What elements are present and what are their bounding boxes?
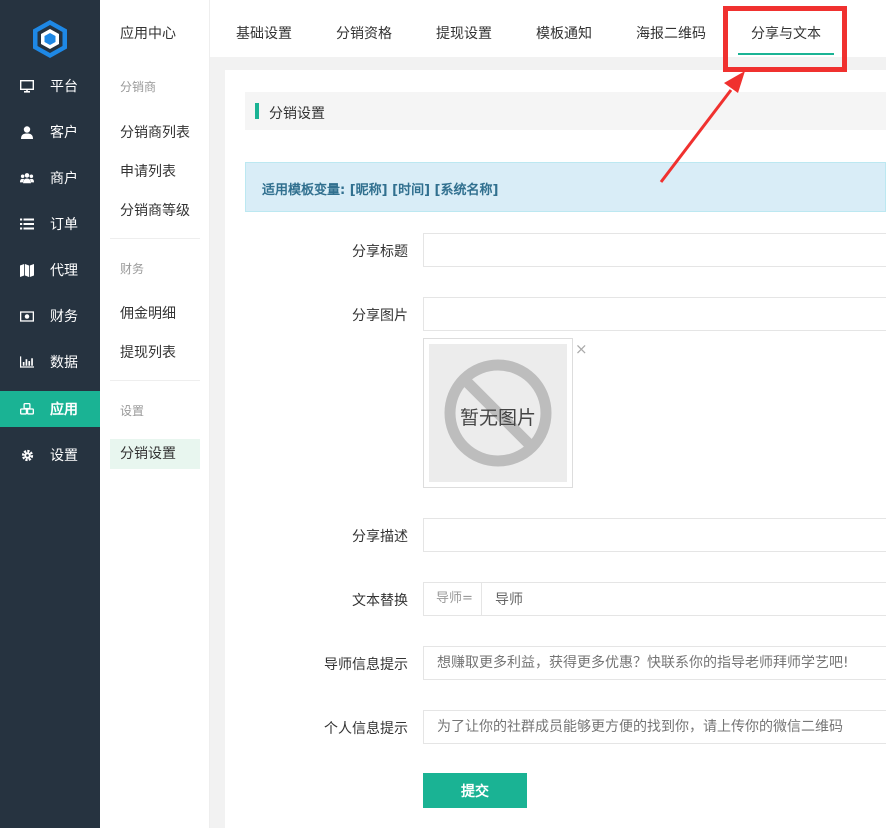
tab-template-notification[interactable]: 模板通知 [536, 23, 592, 43]
nav-item-app[interactable]: 应用 [0, 391, 100, 427]
user-icon [20, 125, 34, 139]
cubes-icon [20, 402, 34, 416]
group-heading-finance: 财务 [120, 262, 145, 276]
map-icon [20, 263, 34, 277]
nav-item-settings[interactable]: 设置 [0, 437, 100, 473]
share-image-label: 分享图片 [352, 308, 408, 324]
no-image-placeholder: 暂无图片 [429, 344, 567, 482]
personal-tip-label: 个人信息提示 [324, 721, 408, 737]
nav-item-merchant[interactable]: 商户 [0, 160, 100, 196]
monitor-icon [20, 79, 34, 93]
nav-label: 数据 [50, 355, 78, 371]
sub-item-commission-detail[interactable]: 佣金明细 [120, 303, 176, 323]
mentor-tip-input[interactable] [423, 646, 886, 680]
text-replace-addon: 导师= [423, 582, 482, 616]
nav-label: 商户 [50, 171, 78, 187]
sub-item-distributor-list[interactable]: 分销商列表 [120, 122, 190, 142]
divider [110, 238, 200, 239]
share-title-label: 分享标题 [352, 244, 408, 260]
text-replace-input[interactable] [481, 582, 886, 616]
users-icon [20, 171, 34, 185]
sub-item-withdraw-list[interactable]: 提现列表 [120, 342, 176, 362]
nav-item-customer[interactable]: 客户 [0, 114, 100, 150]
personal-tip-input[interactable] [423, 710, 886, 744]
nav-label: 应用 [50, 402, 78, 418]
section-header: 分销设置 [245, 92, 886, 130]
money-icon [20, 309, 34, 323]
sub-sidebar-title[interactable]: 应用中心 [120, 23, 176, 43]
share-title-input[interactable] [423, 233, 886, 267]
bar-chart-icon [20, 355, 34, 369]
share-desc-input[interactable] [423, 518, 886, 552]
tab-poster-qrcode[interactable]: 海报二维码 [636, 23, 706, 43]
sub-item-distribution-settings[interactable]: 分销设置 [110, 439, 200, 469]
main-nav: 平台 客户 商户 订单 代理 财务 数据 应用 设置 [0, 0, 100, 828]
alert-text: 适用模板变量: [昵称] [时间] [系统名称] [262, 183, 499, 198]
mentor-tip-label: 导师信息提示 [324, 657, 408, 673]
tab-distribution-qualification[interactable]: 分销资格 [336, 23, 392, 43]
highlight-box [723, 6, 847, 72]
gear-icon [20, 448, 34, 462]
group-heading-distributor: 分销商 [120, 80, 157, 94]
nav-label: 订单 [50, 217, 78, 233]
divider [110, 380, 200, 381]
share-image-preview[interactable]: 暂无图片 [423, 338, 573, 488]
nav-label: 代理 [50, 263, 78, 279]
submit-button[interactable]: 提交 [423, 773, 527, 808]
template-variables-alert: 适用模板变量: [昵称] [时间] [系统名称] [245, 162, 886, 212]
nav-label: 财务 [50, 309, 78, 325]
nav-item-finance[interactable]: 财务 [0, 298, 100, 334]
section-title: 分销设置 [269, 106, 325, 122]
nav-label: 平台 [50, 79, 78, 95]
remove-image-icon[interactable]: × [575, 340, 588, 358]
nav-label: 设置 [50, 448, 78, 464]
sub-item-application-list[interactable]: 申请列表 [120, 161, 176, 181]
nav-item-order[interactable]: 订单 [0, 206, 100, 242]
text-replace-label: 文本替换 [352, 593, 408, 609]
sub-item-distributor-level[interactable]: 分销商等级 [120, 200, 190, 220]
nav-item-platform[interactable]: 平台 [0, 68, 100, 104]
section-accent-bar [255, 103, 259, 119]
main-panel: 分销设置 适用模板变量: [昵称] [时间] [系统名称] 分享标题 分享图片 … [225, 70, 886, 828]
share-image-input[interactable] [423, 297, 886, 331]
nav-label: 客户 [50, 125, 78, 141]
list-icon [20, 217, 34, 231]
nav-item-agent[interactable]: 代理 [0, 252, 100, 288]
no-image-text: 暂无图片 [459, 407, 536, 429]
logo-icon[interactable] [31, 19, 69, 59]
share-desc-label: 分享描述 [352, 529, 408, 545]
tab-basic-settings[interactable]: 基础设置 [236, 23, 292, 43]
tab-withdraw-settings[interactable]: 提现设置 [436, 23, 492, 43]
nav-item-data[interactable]: 数据 [0, 344, 100, 380]
sub-sidebar: 应用中心 分销商 分销商列表 申请列表 分销商等级 财务 佣金明细 提现列表 设… [100, 0, 210, 828]
group-heading-settings: 设置 [120, 404, 145, 418]
